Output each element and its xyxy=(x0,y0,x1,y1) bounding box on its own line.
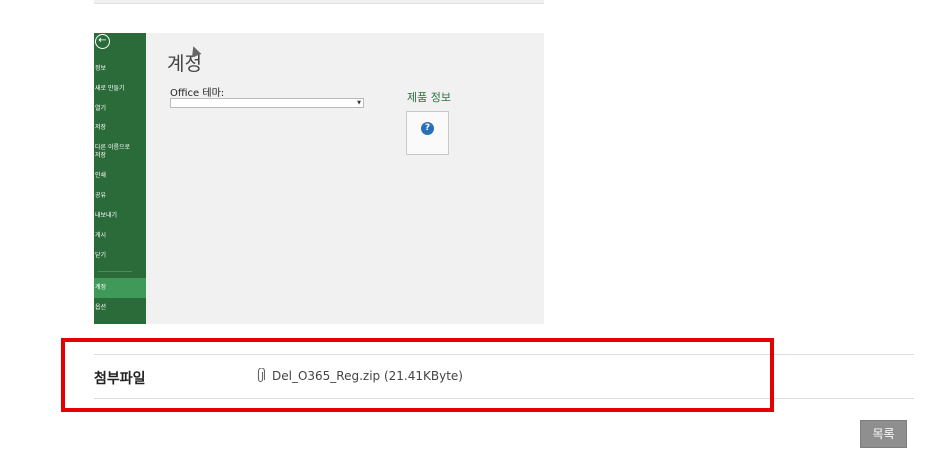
nav-item-close: 닫기 xyxy=(95,252,107,259)
nav-item-info: 정보 xyxy=(95,65,107,72)
about-tile: ? xyxy=(406,111,449,155)
nav-item-save-as-line1: 다른 이름으로 xyxy=(95,144,131,151)
nav-item-save: 저장 xyxy=(95,124,107,131)
nav-item-save-as-line2: 저장 xyxy=(95,152,107,159)
nav-item-open: 열기 xyxy=(95,105,107,112)
product-info-title: 제품 정보 xyxy=(407,91,451,104)
nav-item-publish: 게시 xyxy=(95,232,107,239)
nav-item-print: 인쇄 xyxy=(95,172,107,179)
nav-item-share: 공유 xyxy=(95,192,107,199)
office-backstage-screenshot: ← 정보 새로 만들기 열기 저장 다른 이름으로 저장 인쇄 공유 내보내기 … xyxy=(94,33,544,324)
nav-item-export: 내보내기 xyxy=(95,212,118,219)
backstage-sidebar: ← 정보 새로 만들기 열기 저장 다른 이름으로 저장 인쇄 공유 내보내기 … xyxy=(94,33,146,324)
nav-separator xyxy=(98,271,132,272)
nav-item-account: 계정 xyxy=(95,284,107,291)
previous-image-edge xyxy=(94,0,544,4)
office-theme-label: Office 테마: xyxy=(170,88,225,99)
highlight-annotation-box xyxy=(61,338,774,412)
nav-item-options: 옵션 xyxy=(95,304,107,311)
dropdown-arrow-icon: ▼ xyxy=(357,100,361,106)
list-button[interactable]: 목록 xyxy=(860,420,907,448)
nav-item-new: 새로 만들기 xyxy=(95,85,125,92)
back-arrow-icon: ← xyxy=(95,34,110,49)
office-theme-dropdown: ▼ xyxy=(170,98,364,108)
help-icon: ? xyxy=(421,122,434,135)
